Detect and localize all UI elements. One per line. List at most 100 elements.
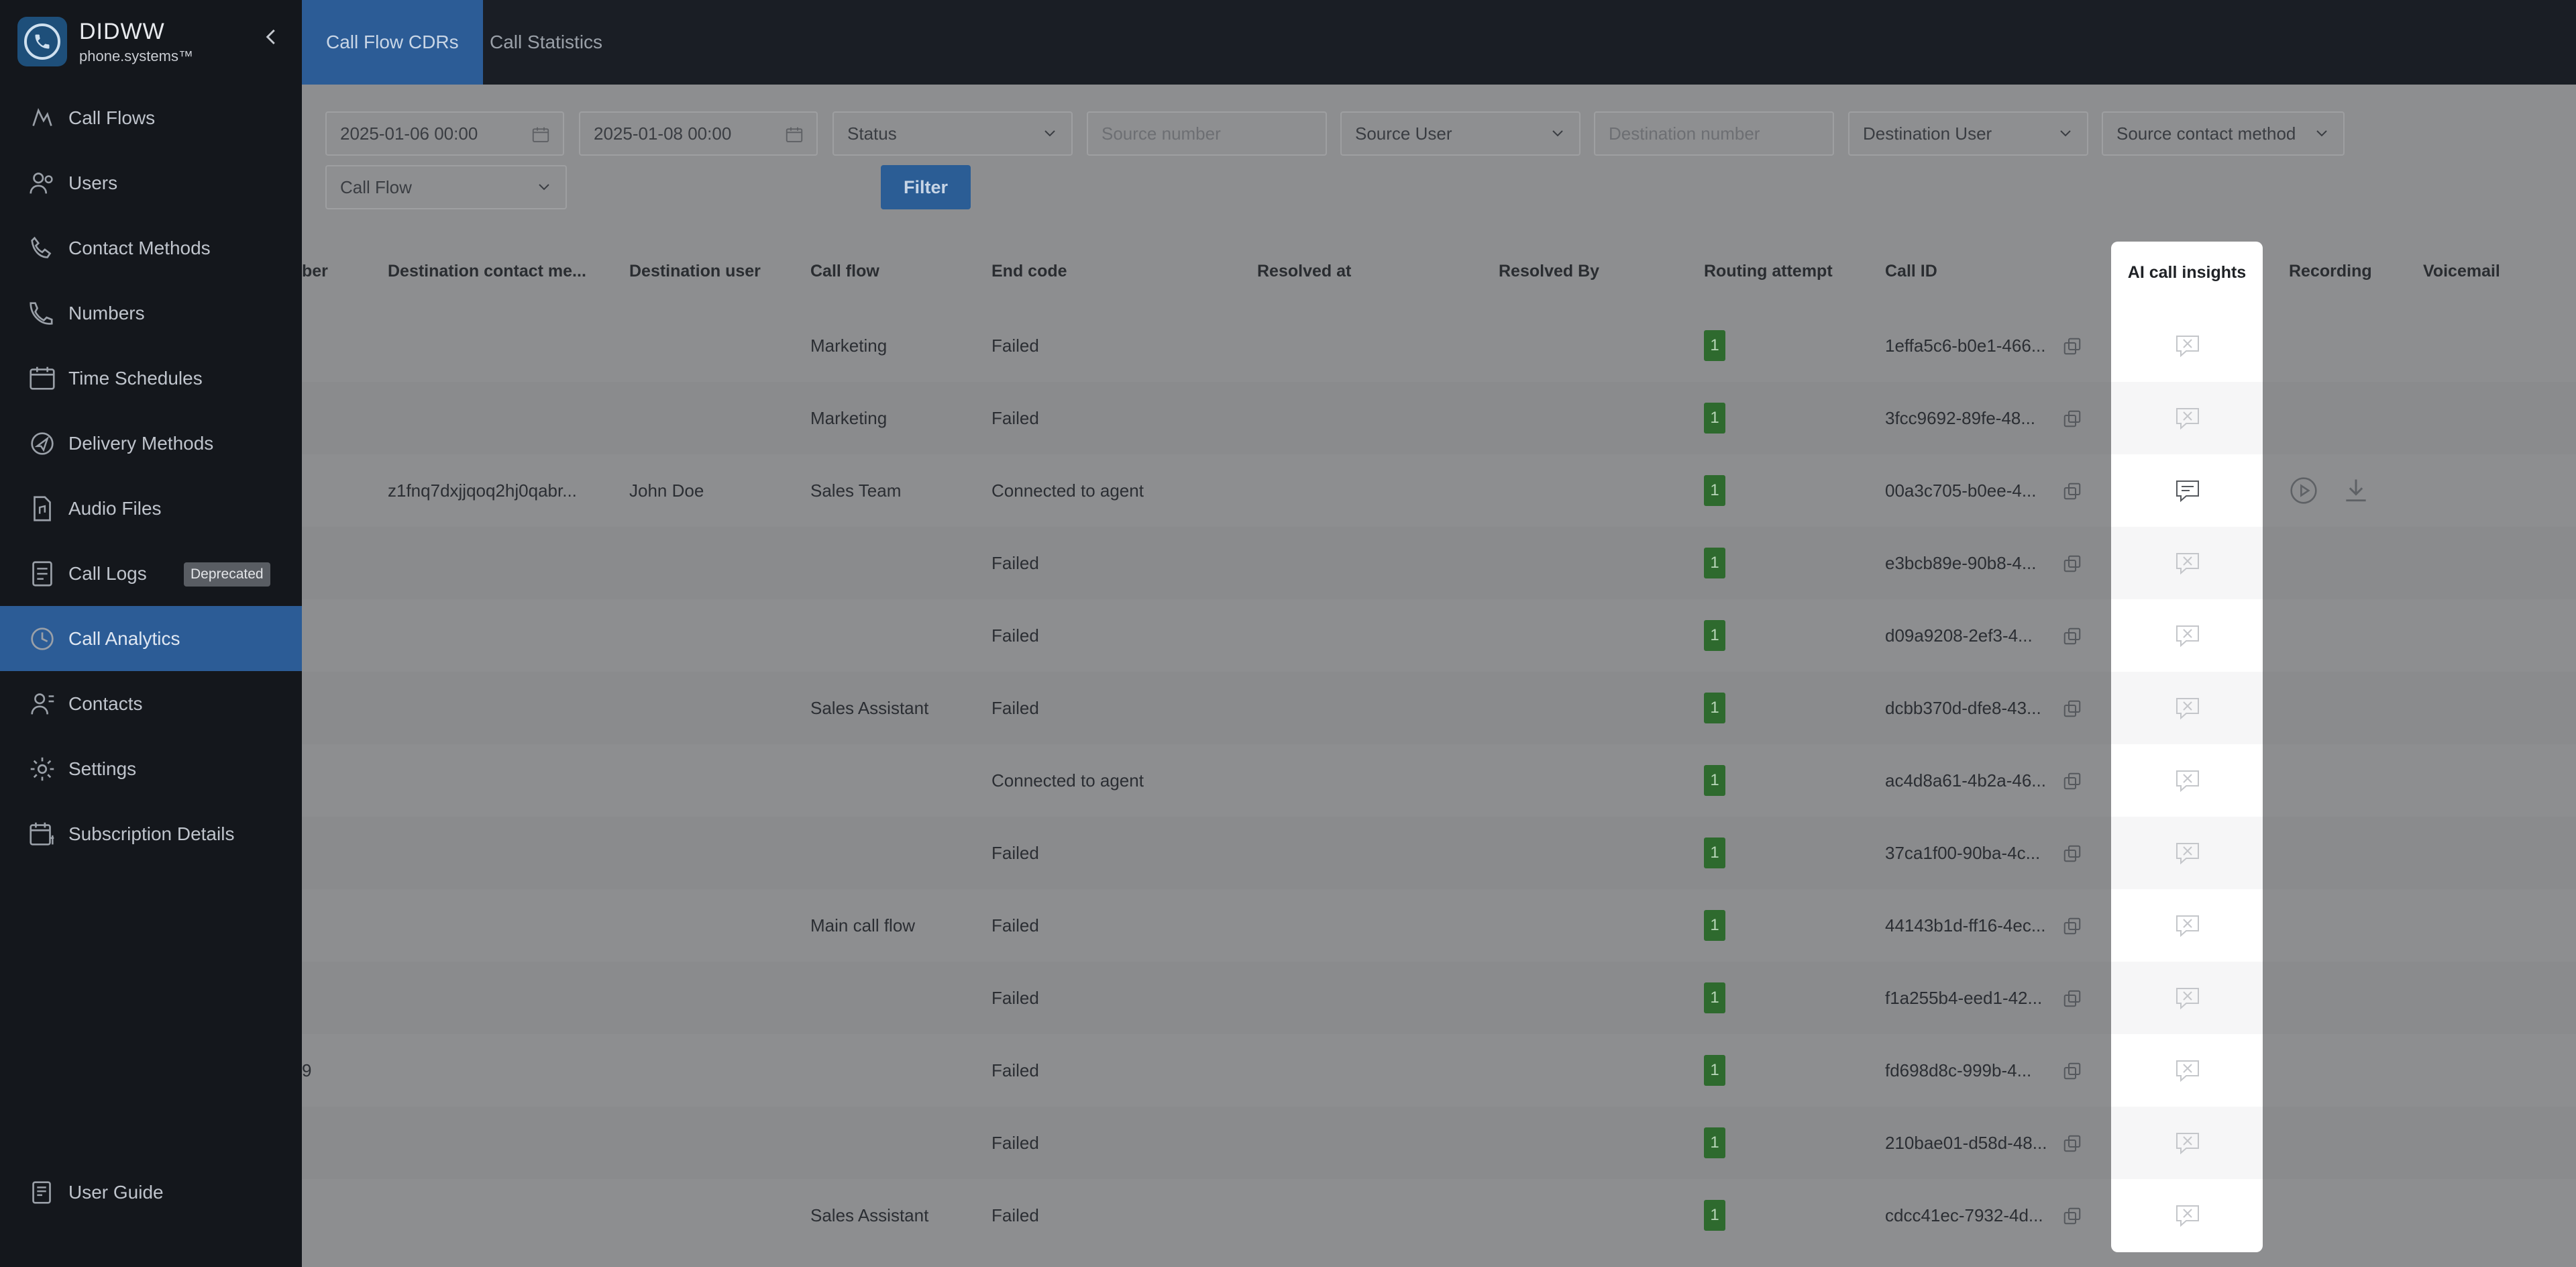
play-icon[interactable] — [2289, 476, 2318, 505]
column-header-routing-attempt[interactable]: Routing attempt — [1704, 262, 1833, 281]
destination-number-input[interactable]: Destination number — [1594, 111, 1834, 156]
calendar-icon — [786, 127, 803, 142]
date-to-input[interactable]: 2025-01-08 00:00 — [579, 111, 818, 156]
copy-icon[interactable] — [2062, 771, 2082, 791]
copy-icon[interactable] — [2062, 626, 2082, 646]
destination-user-select[interactable]: Destination User — [1848, 111, 2088, 156]
sidebar-item-settings[interactable]: Settings — [0, 736, 302, 801]
destination-contact-cell — [388, 309, 616, 382]
chat-insights-icon[interactable] — [2173, 476, 2202, 505]
sidebar-item-audio-files[interactable]: Audio Files — [0, 476, 302, 541]
destination-contact-cell — [388, 962, 616, 1034]
sidebar-item-label: Call Logs — [68, 562, 147, 584]
end-code-cell: Failed — [991, 408, 1039, 428]
sidebar-item-user-guide[interactable]: User Guide — [0, 1160, 302, 1225]
column-header-resolved-by[interactable]: Resolved By — [1499, 262, 1599, 281]
copy-icon[interactable] — [2062, 1133, 2082, 1154]
copy-icon[interactable] — [2062, 1061, 2082, 1081]
column-header-recording[interactable]: Recording — [2289, 262, 2372, 281]
sidebar-item-call-flows[interactable]: Call Flows — [0, 85, 302, 150]
copy-icon[interactable] — [2062, 844, 2082, 864]
sidebar-item-call-logs[interactable]: Call Logs Deprecated — [0, 541, 302, 606]
sidebar-item-contact-methods[interactable]: Contact Methods — [0, 215, 302, 281]
sidebar-item-numbers[interactable]: Numbers — [0, 281, 302, 346]
gear-icon — [30, 757, 54, 780]
column-header-call-flow[interactable]: Call flow — [810, 262, 879, 281]
column-header-call-id[interactable]: Call ID — [1885, 262, 1937, 281]
sidebar-item-label: Call Analytics — [68, 627, 180, 649]
ai-insights-cell — [2111, 1034, 2263, 1107]
copy-icon[interactable] — [2062, 554, 2082, 574]
chevron-down-icon — [1552, 130, 1563, 137]
tab-call-flow-cdrs[interactable]: Call Flow CDRs — [302, 0, 483, 85]
copy-icon[interactable] — [2062, 916, 2082, 936]
tab-call-statistics[interactable]: Call Statistics — [466, 0, 627, 85]
date-from-input[interactable]: 2025-01-06 00:00 — [325, 111, 564, 156]
filter-button[interactable]: Filter — [881, 165, 971, 209]
source-number-input[interactable]: Source number — [1087, 111, 1327, 156]
ai-insights-cell — [2111, 1179, 2263, 1252]
copy-icon[interactable] — [2062, 1206, 2082, 1226]
call-id-cell: 3fcc9692-89fe-48... — [1885, 408, 2036, 428]
guide-icon — [32, 1180, 51, 1204]
column-header-end-code[interactable]: End code — [991, 262, 1067, 281]
source-contact-method-select[interactable]: Source contact method — [2102, 111, 2345, 156]
column-header-ai-call-insights[interactable]: AI call insights — [2111, 263, 2263, 283]
status-select[interactable]: Status — [833, 111, 1073, 156]
chevron-left-icon[interactable] — [262, 27, 282, 47]
column-header-destination-contact-method[interactable]: Destination contact me... — [388, 262, 586, 281]
call-id-cell: ac4d8a61-4b2a-46... — [1885, 770, 2046, 791]
destination-contact-cell — [388, 817, 616, 889]
destination-contact-cell — [388, 1107, 616, 1179]
brand-subtitle: phone.systems™ — [79, 47, 193, 64]
sidebar: DIDWW phone.systems™ Call Flows Users Cont… — [0, 0, 302, 1267]
number-cell — [302, 382, 376, 454]
column-header-resolved-at[interactable]: Resolved at — [1257, 262, 1351, 281]
column-header-destination-user[interactable]: Destination user — [629, 262, 761, 281]
column-header-number[interactable]: ber — [302, 262, 328, 281]
ai-insights-cell[interactable] — [2111, 454, 2263, 527]
sidebar-item-subscription-details[interactable]: Subscription Details — [0, 801, 302, 866]
no-insights-icon — [2176, 698, 2199, 720]
call-flow-cell — [810, 817, 978, 889]
destination-contact-cell — [388, 889, 616, 962]
copy-icon[interactable] — [2062, 336, 2082, 356]
chevron-down-icon — [2316, 130, 2327, 137]
sidebar-item-label: Time Schedules — [68, 367, 203, 389]
brand[interactable]: DIDWW phone.systems™ — [17, 16, 286, 67]
sidebar-item-time-schedules[interactable]: Time Schedules — [0, 346, 302, 411]
copy-icon[interactable] — [2062, 989, 2082, 1009]
no-insights-icon — [2176, 553, 2199, 575]
contacts-icon — [31, 693, 54, 714]
routing-attempt-badge: 1 — [1704, 1200, 1725, 1231]
ai-insights-cell — [2111, 889, 2263, 962]
ai-insights-cell — [2111, 599, 2263, 672]
call-id-cell: 44143b1d-ff16-4ec... — [1885, 915, 2046, 935]
sidebar-item-users[interactable]: Users — [0, 150, 302, 215]
call-flow-select[interactable]: Call Flow — [325, 165, 567, 209]
destination-contact-cell — [388, 744, 616, 817]
destination-user-cell — [629, 527, 797, 599]
sidebar-item-contacts[interactable]: Contacts — [0, 671, 302, 736]
contact-methods-icon — [31, 236, 52, 258]
call-flow-value: Call Flow — [340, 176, 412, 197]
call-id-cell: dcbb370d-dfe8-43... — [1885, 698, 2041, 718]
download-icon[interactable] — [2341, 476, 2371, 505]
routing-attempt-badge: 1 — [1704, 330, 1725, 361]
copy-icon[interactable] — [2062, 699, 2082, 719]
source-contact-method-value: Source contact method — [2116, 123, 2296, 144]
date-to-value: 2025-01-08 00:00 — [594, 123, 732, 144]
copy-icon[interactable] — [2062, 481, 2082, 501]
ai-insights-cell — [2111, 527, 2263, 599]
numbers-icon — [30, 301, 53, 325]
call-id-cell: f1a255b4-eed1-42... — [1885, 988, 2043, 1008]
column-header-voicemail[interactable]: Voicemail — [2423, 262, 2500, 281]
sidebar-item-call-analytics[interactable]: Call Analytics — [0, 606, 302, 671]
end-code-cell: Failed — [991, 553, 1039, 573]
destination-user-cell — [629, 744, 797, 817]
source-user-select[interactable]: Source User — [1340, 111, 1580, 156]
deprecated-badge: Deprecated — [184, 562, 270, 587]
copy-icon[interactable] — [2062, 409, 2082, 429]
destination-contact-cell — [388, 382, 616, 454]
sidebar-item-delivery-methods[interactable]: Delivery Methods — [0, 411, 302, 476]
